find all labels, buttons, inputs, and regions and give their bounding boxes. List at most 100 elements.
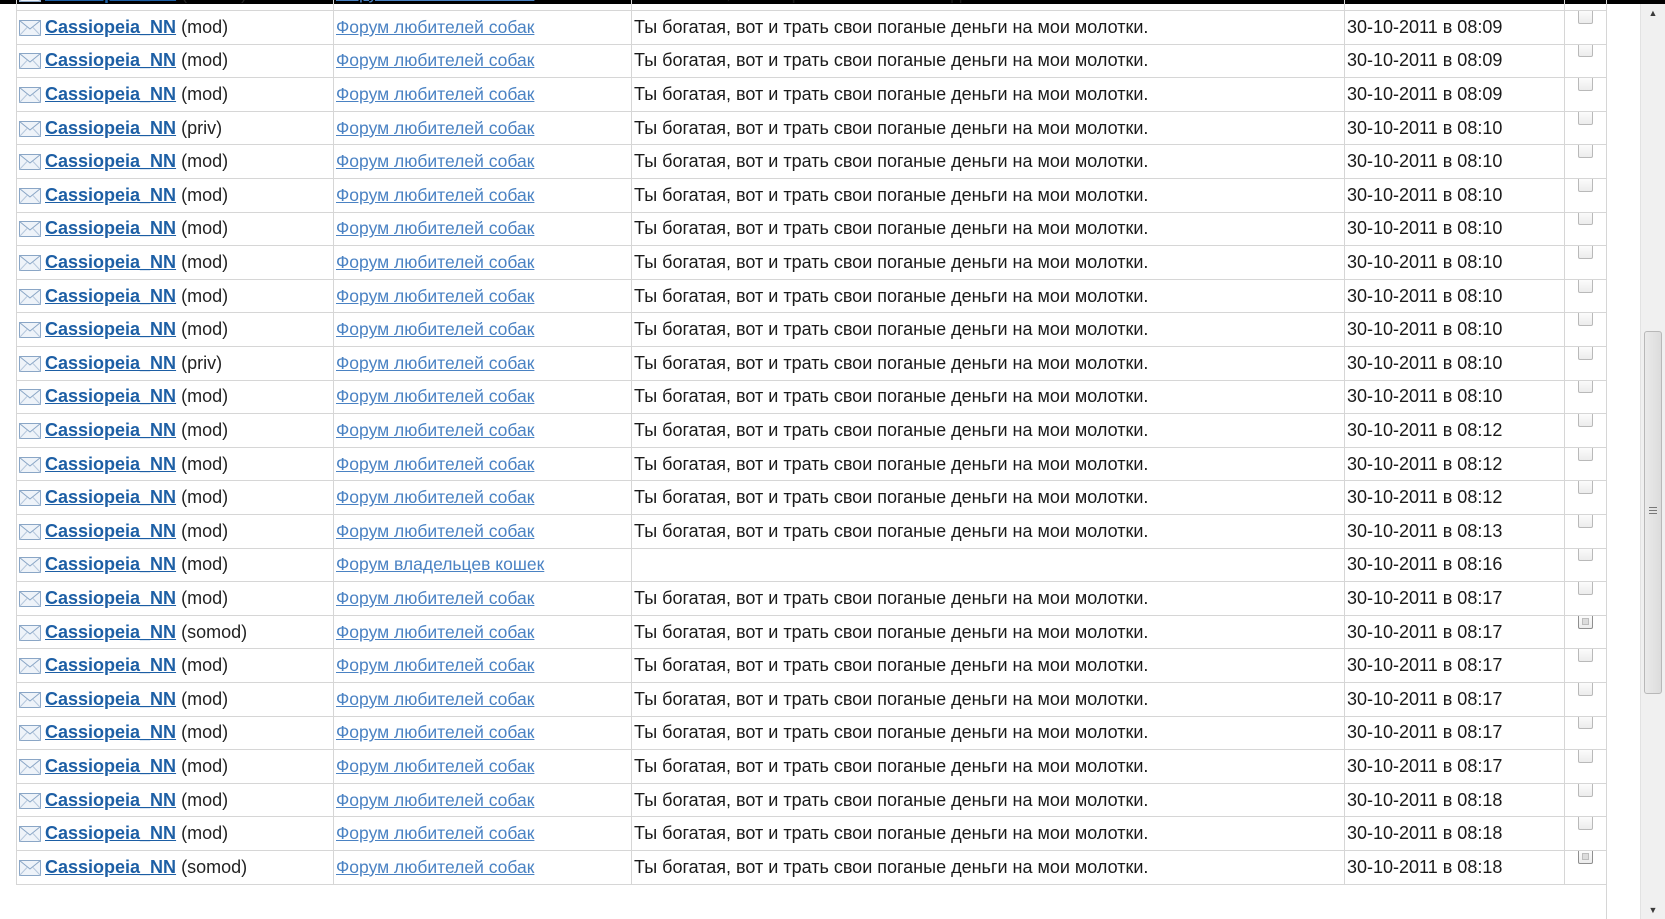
row-select-checkbox[interactable] [1578,581,1593,595]
row-select-checkbox[interactable] [1578,380,1593,394]
row-select-checkbox[interactable] [1578,682,1593,696]
envelope-icon[interactable] [19,53,41,70]
row-select-checkbox[interactable] [1578,312,1593,327]
row-select-checkbox[interactable] [1578,111,1593,125]
row-select-checkbox[interactable] [1578,816,1593,831]
envelope-icon[interactable] [19,725,41,742]
forum-link[interactable]: Форум любителей собак [336,689,534,709]
envelope-icon[interactable] [19,389,41,406]
forum-link[interactable]: Форум любителей собак [336,252,534,272]
sender-username-link[interactable]: Cassiopeia_NN [45,185,176,205]
forum-link[interactable]: Форум любителей собак [336,50,534,70]
forum-link[interactable]: Форум любителей собак [336,588,534,608]
envelope-icon[interactable] [19,87,41,104]
sender-username-link[interactable]: Cassiopeia_NN [45,420,176,440]
envelope-icon[interactable] [19,120,41,137]
forum-link[interactable]: Форум любителей собак [336,151,534,171]
row-select-checkbox[interactable] [1578,178,1593,192]
sender-username-link[interactable]: Cassiopeia_NN [45,319,176,339]
forum-link[interactable]: Форум любителей собак [336,118,534,138]
envelope-icon[interactable] [19,154,41,171]
row-select-checkbox[interactable] [1578,212,1593,226]
row-select-checkbox[interactable] [1578,77,1593,92]
envelope-icon[interactable] [19,456,41,473]
scrollbar-thumb[interactable] [1644,331,1662,694]
sender-username-link[interactable]: Cassiopeia_NN [45,655,176,675]
forum-link[interactable]: Форум любителей собак [336,218,534,238]
sender-username-link[interactable]: Cassiopeia_NN [45,454,176,474]
row-select-checkbox[interactable] [1578,480,1593,495]
row-select-checkbox[interactable] [1578,648,1593,663]
envelope-icon[interactable] [19,523,41,540]
forum-link[interactable]: Форум любителей собак [336,722,534,742]
envelope-icon[interactable] [19,758,41,775]
scroll-up-arrow-icon[interactable]: ▲ [1641,4,1665,22]
row-select-checkbox[interactable] [1578,144,1593,159]
envelope-icon[interactable] [19,658,41,675]
envelope-icon[interactable] [19,624,41,641]
sender-username-link[interactable]: Cassiopeia_NN [45,386,176,406]
sender-username-link[interactable]: Cassiopeia_NN [45,554,176,574]
row-select-checkbox[interactable] [1578,10,1593,24]
sender-username-link[interactable]: Cassiopeia_NN [45,151,176,171]
row-select-checkbox[interactable] [1578,413,1593,428]
envelope-icon[interactable] [19,691,41,708]
forum-link[interactable]: Форум любителей собак [336,521,534,541]
sender-username-link[interactable]: Cassiopeia_NN [45,823,176,843]
forum-link[interactable]: Форум любителей собак [336,386,534,406]
sender-username-link[interactable]: Cassiopeia_NN [45,722,176,742]
forum-link[interactable]: Форум любителей собак [336,756,534,776]
sender-username-link[interactable]: Cassiopeia_NN [45,50,176,70]
sender-username-link[interactable]: Cassiopeia_NN [45,790,176,810]
row-select-checkbox[interactable] [1578,447,1593,461]
envelope-icon[interactable] [19,19,41,36]
envelope-icon[interactable] [19,792,41,809]
forum-link[interactable]: Форум любителей собак [336,454,534,474]
forum-link[interactable]: Форум любителей собак [336,17,534,37]
sender-username-link[interactable]: Cassiopeia_NN [45,857,176,877]
sender-username-link[interactable]: Cassiopeia_NN [45,353,176,373]
envelope-icon[interactable] [19,255,41,272]
row-select-checkbox[interactable] [1578,44,1593,58]
envelope-icon[interactable] [19,0,41,3]
row-select-checkbox[interactable] [1578,548,1593,562]
envelope-icon[interactable] [19,826,41,843]
row-select-checkbox[interactable] [1578,615,1593,629]
sender-username-link[interactable]: Cassiopeia_NN [45,286,176,306]
envelope-icon[interactable] [19,859,41,876]
forum-link[interactable]: Форум любителей собак [336,823,534,843]
envelope-icon[interactable] [19,557,41,574]
forum-link[interactable]: Форум любителей собак [336,622,534,642]
vertical-scrollbar[interactable]: ▲ ▼ [1640,4,1665,919]
row-select-checkbox[interactable] [1578,783,1593,797]
forum-link[interactable]: Форум владельцев кошек [336,554,544,574]
forum-link[interactable]: Форум любителей собак [336,185,534,205]
forum-link[interactable]: Форум любителей собак [336,353,534,373]
envelope-icon[interactable] [19,423,41,440]
forum-link[interactable]: Форум любителей собак [336,84,534,104]
envelope-icon[interactable] [19,322,41,339]
forum-link[interactable]: Форум любителей собак [336,286,534,306]
forum-link[interactable]: Форум любителей собак [336,0,534,3]
forum-link[interactable]: Форум любителей собак [336,655,534,675]
envelope-icon[interactable] [19,590,41,607]
envelope-icon[interactable] [19,490,41,507]
sender-username-link[interactable]: Cassiopeia_NN [45,17,176,37]
envelope-icon[interactable] [19,288,41,305]
row-select-checkbox[interactable] [1578,514,1593,528]
sender-username-link[interactable]: Cassiopeia_NN [45,0,176,3]
envelope-icon[interactable] [19,221,41,238]
sender-username-link[interactable]: Cassiopeia_NN [45,689,176,709]
forum-link[interactable]: Форум любителей собак [336,487,534,507]
forum-link[interactable]: Форум любителей собак [336,857,534,877]
sender-username-link[interactable]: Cassiopeia_NN [45,84,176,104]
sender-username-link[interactable]: Cassiopeia_NN [45,118,176,138]
sender-username-link[interactable]: Cassiopeia_NN [45,521,176,541]
sender-username-link[interactable]: Cassiopeia_NN [45,252,176,272]
envelope-icon[interactable] [19,355,41,372]
scroll-down-arrow-icon[interactable]: ▼ [1641,901,1665,919]
forum-link[interactable]: Форум любителей собак [336,319,534,339]
sender-username-link[interactable]: Cassiopeia_NN [45,487,176,507]
row-select-checkbox[interactable] [1578,279,1593,293]
envelope-icon[interactable] [19,187,41,204]
